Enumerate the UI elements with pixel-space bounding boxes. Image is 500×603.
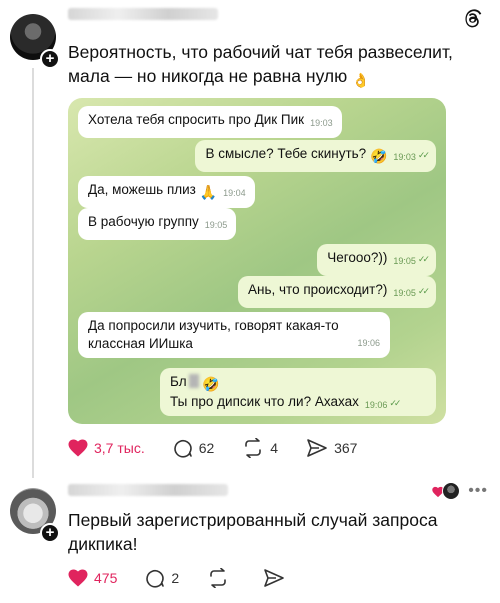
reply-actions: 475 2 bbox=[68, 568, 319, 588]
message-text: Да попросили изучить, говорят какая-то к… bbox=[88, 318, 339, 351]
chat-message: В смысле? Тебе скинуть? 🤣 19:03 ✓✓ bbox=[195, 140, 436, 172]
chat-screenshot[interactable]: Хотела тебя спросить про Дик Пик 19:03 В … bbox=[68, 98, 446, 424]
share-button[interactable]: 367 bbox=[306, 438, 357, 458]
repost-icon bbox=[210, 568, 226, 588]
read-ticks-icon: ✓✓ bbox=[417, 286, 430, 296]
share-button[interactable] bbox=[263, 568, 291, 588]
repost-button[interactable] bbox=[207, 568, 235, 588]
message-time: 19:03 bbox=[393, 152, 416, 162]
comment-button[interactable]: 2 bbox=[145, 568, 179, 588]
post-actions: 3,7 тыс. 62 4 367 bbox=[68, 438, 385, 458]
pray-emoji: 🙏 bbox=[199, 184, 218, 200]
repost-count: 4 bbox=[270, 440, 279, 456]
comment-count: 62 bbox=[198, 440, 215, 456]
heart-icon bbox=[68, 569, 88, 587]
chat-message: Ань, что происходит?) 19:05 ✓✓ bbox=[238, 276, 436, 308]
read-ticks-icon: ✓✓ bbox=[389, 398, 401, 408]
heart-icon bbox=[68, 439, 88, 457]
message-text: Ань, что происходит?) bbox=[248, 282, 388, 297]
chat-message: Бл 🤣 Ты про дипсик что ли? Ахахах 19:06 ✓✓ bbox=[160, 368, 436, 416]
comment-button[interactable]: 62 bbox=[173, 438, 215, 458]
message-text: Чегооо?)) bbox=[327, 250, 388, 265]
message-time: 19:05 bbox=[393, 288, 416, 298]
like-button[interactable]: 475 bbox=[68, 569, 117, 587]
liked-by-author-badge bbox=[432, 482, 460, 504]
message-text: Да, можешь плиз bbox=[88, 182, 196, 197]
message-text: В смысле? Тебе скинуть? bbox=[205, 146, 367, 161]
read-ticks-icon: ✓✓ bbox=[417, 254, 430, 264]
message-time: 19:04 bbox=[223, 188, 246, 198]
author-mini-avatar bbox=[442, 482, 460, 500]
chat-message: Хотела тебя спросить про Дик Пик 19:03 bbox=[78, 106, 342, 138]
message-time: 19:06 bbox=[364, 400, 388, 410]
author-username-blurred[interactable] bbox=[68, 8, 218, 20]
repost-button[interactable]: 4 bbox=[242, 438, 278, 458]
read-ticks-icon: ✓✓ bbox=[417, 150, 430, 160]
chat-message: Да, можешь плиз 🙏 19:04 bbox=[78, 176, 255, 208]
message-time: 19:05 bbox=[393, 256, 416, 266]
like-count: 3,7 тыс. bbox=[94, 440, 145, 456]
thread-line bbox=[32, 68, 34, 478]
message-time: 19:06 bbox=[357, 338, 380, 348]
message-text: Хотела тебя спросить про Дик Пик bbox=[88, 112, 305, 127]
chat-message: Чегооо?)) 19:05 ✓✓ bbox=[317, 244, 436, 276]
chat-message: В рабочую группу 19:05 bbox=[78, 208, 237, 240]
like-button[interactable]: 3,7 тыс. bbox=[68, 439, 145, 457]
share-icon bbox=[307, 439, 327, 457]
message-time: 19:03 bbox=[310, 118, 333, 128]
chat-message: Да попросили изучить, говорят какая-то к… bbox=[78, 312, 390, 358]
post-caption: Вероятность, что рабочий чат тебя развес… bbox=[68, 40, 488, 92]
threads-logo-icon bbox=[462, 8, 484, 32]
rofl-emoji: 🤣 bbox=[202, 376, 220, 392]
follow-plus-icon[interactable]: + bbox=[40, 523, 60, 543]
rofl-emoji: 🤣 bbox=[369, 148, 388, 164]
more-icon[interactable]: ••• bbox=[468, 482, 488, 500]
comment-icon bbox=[174, 439, 192, 458]
message-text: В рабочую группу bbox=[88, 214, 199, 229]
repost-icon bbox=[245, 438, 262, 458]
censored-blur bbox=[188, 374, 199, 388]
comment-icon bbox=[146, 569, 165, 588]
follow-plus-icon[interactable]: + bbox=[40, 49, 60, 69]
message-text: Ты про дипсик что ли? Ахахах bbox=[170, 394, 359, 409]
comment-count: 2 bbox=[171, 570, 180, 586]
message-text: Бл bbox=[170, 374, 187, 389]
share-icon bbox=[264, 569, 284, 587]
reply-caption: Первый зарегистрированный случай запроса… bbox=[68, 510, 438, 554]
like-count: 475 bbox=[94, 570, 118, 586]
ok-hand-emoji: 👌 bbox=[352, 72, 370, 88]
reply-username-blurred[interactable] bbox=[68, 484, 228, 496]
message-time: 19:05 bbox=[204, 220, 228, 230]
post-caption-text: Вероятность, что рабочий чат тебя развес… bbox=[68, 42, 453, 86]
share-count: 367 bbox=[334, 440, 358, 456]
